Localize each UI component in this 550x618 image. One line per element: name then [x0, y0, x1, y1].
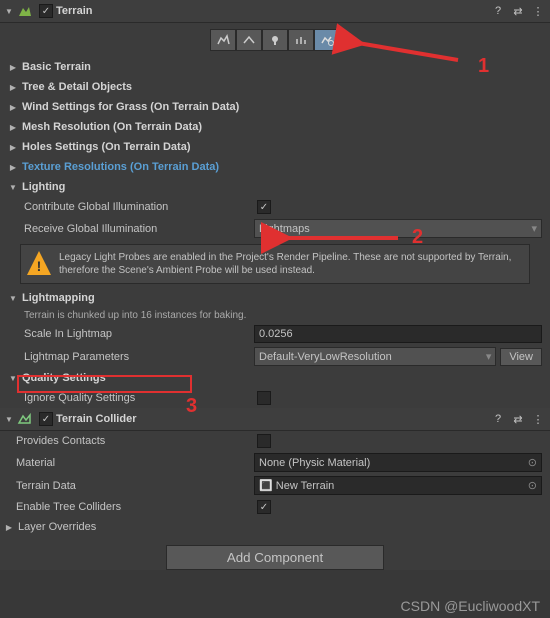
terrain-title: Terrain [56, 5, 490, 17]
row-ignore-quality: Ignore Quality Settings [0, 388, 550, 408]
fold-icon [8, 162, 18, 172]
row-terrain-data: Terrain Data 🔳 New Terrain⊙ [0, 474, 550, 497]
section-tree-detail[interactable]: Tree & Detail Objects [0, 77, 550, 97]
fold-icon [8, 102, 18, 112]
section-label: Layer Overrides [18, 521, 96, 533]
terrain-collider-icon [17, 411, 33, 427]
terrain-header: Terrain ? ⇄ ⋮ [0, 0, 550, 23]
enable-tree-checkbox[interactable] [257, 500, 271, 514]
tool-raise-lower[interactable] [210, 29, 236, 51]
section-label: Lightmapping [22, 292, 95, 304]
terrain-collider-header: Terrain Collider ? ⇄ ⋮ [0, 408, 550, 431]
tool-paint-holes[interactable] [236, 29, 262, 51]
menu-icon[interactable]: ⋮ [530, 411, 546, 427]
warning-icon: ! [27, 251, 51, 275]
section-label: Lighting [22, 181, 65, 193]
material-field[interactable]: None (Physic Material)⊙ [254, 453, 542, 472]
terrain-enable-checkbox[interactable] [39, 4, 53, 18]
lightmap-params-dropdown[interactable]: Default-VeryLowResolution [254, 347, 496, 366]
warning-box: ! Legacy Light Probes are enabled in the… [20, 244, 530, 284]
preset-icon[interactable]: ⇄ [510, 411, 526, 427]
fold-icon [8, 293, 18, 303]
row-scale-lightmap: Scale In Lightmap [0, 323, 550, 345]
label: Ignore Quality Settings [24, 392, 254, 404]
scale-lightmap-input[interactable] [254, 325, 542, 343]
section-layer-overrides[interactable]: Layer Overrides [0, 517, 550, 537]
fold-icon [8, 182, 18, 192]
section-texture-resolutions[interactable]: Texture Resolutions (On Terrain Data) [0, 157, 550, 177]
tool-paint-trees[interactable] [262, 29, 288, 51]
fold-icon [8, 142, 18, 152]
section-label: Holes Settings (On Terrain Data) [22, 141, 191, 153]
section-lightmapping[interactable]: Lightmapping [0, 288, 550, 308]
label: Provides Contacts [16, 435, 254, 447]
label: Scale In Lightmap [24, 328, 254, 340]
view-button[interactable]: View [500, 348, 542, 366]
section-lighting[interactable]: Lighting [0, 177, 550, 197]
fold-icon [8, 62, 18, 72]
label: Material [16, 457, 254, 469]
row-provides-contacts: Provides Contacts [0, 431, 550, 451]
watermark: CSDN @EucliwoodXT [401, 598, 540, 614]
row-material: Material None (Physic Material)⊙ [0, 451, 550, 474]
fold-icon [4, 522, 14, 532]
label: Lightmap Parameters [24, 351, 254, 363]
section-label: Tree & Detail Objects [22, 81, 132, 93]
terrain-icon [17, 3, 33, 19]
menu-icon[interactable]: ⋮ [530, 3, 546, 19]
help-icon[interactable]: ? [490, 3, 506, 19]
label: Contribute Global Illumination [24, 201, 254, 213]
warning-text: Legacy Light Probes are enabled in the P… [59, 251, 523, 277]
row-lightmap-params: Lightmap Parameters Default-VeryLowResol… [0, 345, 550, 368]
row-receive-gi: Receive Global Illumination Lightmaps [0, 217, 550, 240]
fold-icon [8, 122, 18, 132]
ignore-quality-checkbox[interactable] [257, 391, 271, 405]
section-wind-settings[interactable]: Wind Settings for Grass (On Terrain Data… [0, 97, 550, 117]
section-holes-settings[interactable]: Holes Settings (On Terrain Data) [0, 137, 550, 157]
section-quality-settings[interactable]: Quality Settings [0, 368, 550, 388]
section-label: Mesh Resolution (On Terrain Data) [22, 121, 202, 133]
terrain-data-field[interactable]: 🔳 New Terrain⊙ [254, 476, 542, 495]
section-basic-terrain[interactable]: Basic Terrain [0, 57, 550, 77]
fold-icon[interactable] [4, 414, 14, 424]
collider-title: Terrain Collider [56, 413, 490, 425]
chunk-note: Terrain is chunked up into 16 instances … [0, 308, 550, 323]
fold-icon [8, 373, 18, 383]
section-label: Wind Settings for Grass (On Terrain Data… [22, 101, 239, 113]
preset-icon[interactable]: ⇄ [510, 3, 526, 19]
row-enable-tree-colliders: Enable Tree Colliders [0, 497, 550, 517]
tool-settings[interactable] [314, 29, 340, 51]
row-contribute-gi: Contribute Global Illumination [0, 197, 550, 217]
provides-contacts-checkbox[interactable] [257, 434, 271, 448]
label: Enable Tree Colliders [16, 501, 254, 513]
collider-enable-checkbox[interactable] [39, 412, 53, 426]
terrain-toolbar [0, 23, 550, 57]
tool-paint-details[interactable] [288, 29, 314, 51]
section-label: Basic Terrain [22, 61, 91, 73]
section-mesh-resolution[interactable]: Mesh Resolution (On Terrain Data) [0, 117, 550, 137]
object-picker-icon[interactable]: ⊙ [528, 479, 537, 492]
help-icon[interactable]: ? [490, 411, 506, 427]
label: Terrain Data [16, 480, 254, 492]
add-component-button[interactable]: Add Component [166, 545, 384, 570]
section-label: Quality Settings [22, 372, 106, 384]
fold-icon[interactable] [4, 6, 14, 16]
receive-gi-dropdown[interactable]: Lightmaps [254, 219, 542, 238]
object-picker-icon[interactable]: ⊙ [528, 456, 537, 469]
contribute-gi-checkbox[interactable] [257, 200, 271, 214]
label: Receive Global Illumination [24, 223, 254, 235]
section-label: Texture Resolutions (On Terrain Data) [22, 161, 219, 173]
fold-icon [8, 82, 18, 92]
